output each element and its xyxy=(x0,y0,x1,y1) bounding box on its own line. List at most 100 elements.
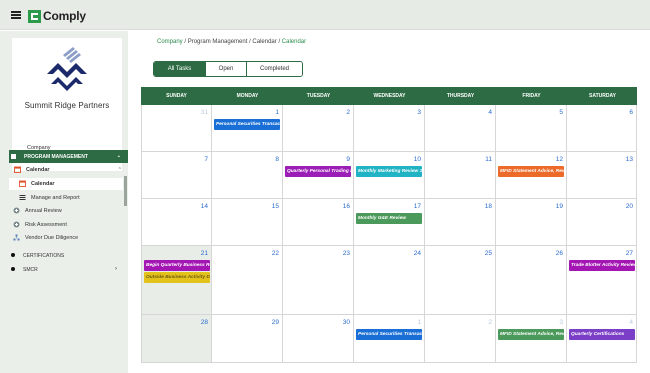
calendar-event[interactable]: Trade Blotter Activity Review xyxy=(569,260,635,271)
calendar-grid: SUNDAY MONDAY TUESDAY WEDNESDAY THURSDAY FRID… xyxy=(141,87,637,363)
calendar-day-cell[interactable]: 3 xyxy=(354,105,425,152)
calendar-day-cell[interactable]: 10 Monthly Marketing Review 1 xyxy=(354,152,425,199)
day-number: 24 xyxy=(413,250,421,257)
nav-vendor-label: Vendor Due Diligence xyxy=(25,235,79,241)
day-number: 26 xyxy=(555,250,563,257)
calendar-event[interactable]: MFID Statement Advice, Review xyxy=(498,166,564,177)
day-number: 3 xyxy=(559,319,563,326)
nav-manage-label: Manage and Report xyxy=(31,195,80,201)
org-name: Summit Ridge Partners xyxy=(24,101,110,110)
calendar-event[interactable]: Personal Securities Transactions xyxy=(214,119,280,130)
nav-calendar-sub[interactable]: Calendar xyxy=(19,180,119,189)
calendar-day-cell[interactable]: 11 xyxy=(425,152,496,199)
calendar-day-cell[interactable]: 16 xyxy=(283,199,354,246)
sidebar: Summit Ridge Partners Company Personal P… xyxy=(0,31,128,373)
nav-annual-review[interactable]: Annual Review xyxy=(13,207,113,216)
calendar-day-cell[interactable]: 9 Quarterly Personal Trading Review xyxy=(283,152,354,199)
nav-risk-label: Risk Assessment xyxy=(25,222,67,228)
day-number: 2 xyxy=(488,319,492,326)
comply-logo-icon xyxy=(28,10,41,23)
calendar-day-cell[interactable]: 29 xyxy=(212,315,283,363)
nav-risk-assessment[interactable]: Risk Assessment xyxy=(13,221,113,230)
calendar-day-cell[interactable]: 19 xyxy=(496,199,567,246)
breadcrumb-separator: / xyxy=(184,39,187,45)
hamburger-menu-icon[interactable] xyxy=(11,11,21,19)
day-number: 8 xyxy=(275,156,279,163)
calendar-day-cell[interactable]: 5 xyxy=(496,105,567,152)
calendar-event[interactable]: Monthly G&E Review xyxy=(356,213,422,224)
calendar-day-cell[interactable]: 17 Monthly G&E Review xyxy=(354,199,425,246)
calendar-header: SUNDAY MONDAY TUESDAY WEDNESDAY THURSDAY FRID… xyxy=(141,87,637,105)
folder-icon xyxy=(11,154,16,159)
nav-certifications[interactable]: CERTIFICATIONS xyxy=(11,253,121,261)
calendar-event[interactable]: Quarterly Certifications xyxy=(569,329,635,340)
day-header-sunday: SUNDAY xyxy=(166,93,187,99)
calendar-day-cell[interactable]: 2 xyxy=(283,105,354,152)
calendar-event[interactable]: Quarterly Personal Trading Review xyxy=(285,166,351,177)
bullet-icon xyxy=(11,267,15,271)
calendar-day-cell[interactable]: 21 Begin Quarterly Business ReviewOutside… xyxy=(141,246,212,315)
breadcrumb-calendar[interactable]: Calendar xyxy=(252,39,276,45)
day-number: 4 xyxy=(488,109,492,116)
nav-program-management[interactable]: PROGRAM MANAGEMENT ⌄ xyxy=(9,150,128,163)
nav-annual-label: Annual Review xyxy=(25,208,62,214)
calendar-day-cell[interactable]: 13 xyxy=(567,152,637,199)
calendar-event[interactable]: Outside Business Activity Disclosure xyxy=(144,272,210,283)
day-number: 6 xyxy=(629,109,633,116)
calendar-day-cell[interactable]: 30 xyxy=(283,315,354,363)
summit-ridge-logo-icon xyxy=(47,47,87,91)
day-header-monday: MONDAY xyxy=(236,93,259,99)
day-number: 12 xyxy=(555,156,563,163)
calendar-day-cell[interactable]: 23 xyxy=(283,246,354,315)
day-number: 10 xyxy=(413,156,421,163)
filter-all-tasks[interactable]: All Tasks xyxy=(154,62,205,76)
nav-vendor-due-diligence[interactable]: Vendor Due Diligence xyxy=(13,234,113,243)
calendar-day-cell[interactable]: 28 xyxy=(141,315,212,363)
breadcrumb-separator: / xyxy=(278,39,281,45)
calendar-event[interactable]: Personal Securities Transactions xyxy=(356,329,422,340)
day-header-thursday: THURSDAY xyxy=(446,93,475,99)
calendar-event[interactable]: Monthly Marketing Review 1 xyxy=(356,166,422,177)
breadcrumb-company[interactable]: Company xyxy=(157,39,183,45)
calendar-day-cell[interactable]: 7 xyxy=(141,152,212,199)
calendar-day-cell[interactable]: 1 Personal Securities Transactions xyxy=(212,105,283,152)
calendar-day-cell[interactable]: 27 Trade Blotter Activity Review xyxy=(567,246,637,315)
calendar-day-cell[interactable]: 26 xyxy=(496,246,567,315)
filter-open[interactable]: Open xyxy=(205,62,246,76)
calendar-event[interactable]: Begin Quarterly Business Review xyxy=(144,260,210,271)
nav-program-management-label: PROGRAM MANAGEMENT xyxy=(24,154,88,160)
calendar-day-cell[interactable]: 4 Quarterly Certifications xyxy=(567,315,637,363)
day-number: 1 xyxy=(275,109,279,116)
calendar-day-cell[interactable]: 1 Personal Securities Transactions xyxy=(354,315,425,363)
calendar-day-cell[interactable]: 4 xyxy=(425,105,496,152)
nav-calendar[interactable]: Calendar ⌃ xyxy=(14,166,122,175)
org-chart-icon xyxy=(13,234,20,241)
calendar-day-cell[interactable]: 22 xyxy=(212,246,283,315)
calendar-day-cell[interactable]: 12 MFID Statement Advice, Review xyxy=(496,152,567,199)
nav-smcr-label: SMCR xyxy=(23,267,38,273)
calendar-day-cell[interactable]: 2 xyxy=(425,315,496,363)
calendar-day-cell[interactable]: 20 xyxy=(567,199,637,246)
filter-completed[interactable]: Completed xyxy=(246,62,302,76)
calendar-event[interactable]: MFID Statement Advice, Review xyxy=(498,329,564,340)
calendar-day-cell[interactable]: 18 xyxy=(425,199,496,246)
day-header-wednesday: WEDNESDAY xyxy=(373,93,406,99)
day-number: 23 xyxy=(342,250,350,257)
calendar-day-cell[interactable]: 14 xyxy=(141,199,212,246)
org-card: Summit Ridge Partners xyxy=(12,38,122,141)
calendar-day-cell[interactable]: 6 xyxy=(567,105,637,152)
day-number: 19 xyxy=(555,203,563,210)
calendar-day-cell[interactable]: 15 xyxy=(212,199,283,246)
nav-smcr[interactable]: SMCR › xyxy=(11,266,117,275)
breadcrumb-program[interactable]: Program Management xyxy=(188,39,248,45)
nav-calendar-label: Calendar xyxy=(26,167,50,173)
calendar-day-cell[interactable]: 3 MFID Statement Advice, Review xyxy=(496,315,567,363)
calendar-day-cell[interactable]: 25 xyxy=(425,246,496,315)
calendar-day-cell[interactable]: 24 xyxy=(354,246,425,315)
calendar-day-cell[interactable]: 31 xyxy=(141,105,212,152)
app-name: Comply xyxy=(43,9,86,23)
day-number: 4 xyxy=(629,319,633,326)
sidebar-scrollbar[interactable] xyxy=(124,176,127,206)
nav-manage-report[interactable]: Manage and Report xyxy=(19,195,119,203)
calendar-day-cell[interactable]: 8 xyxy=(212,152,283,199)
